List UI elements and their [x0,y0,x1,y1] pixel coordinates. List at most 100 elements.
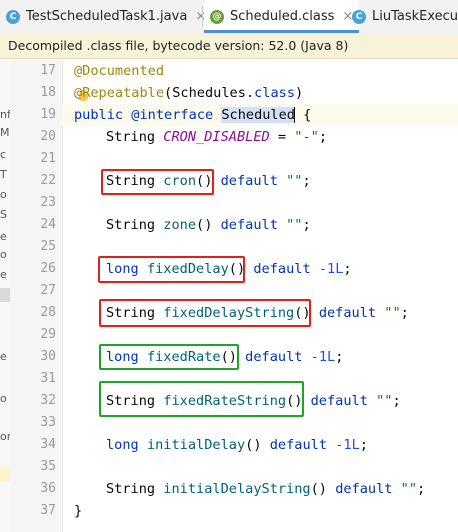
line-number: 20 [40,129,56,144]
tab-testscheduledtask1[interactable]: C TestScheduledTask1.java × [6,0,206,33]
annotation-icon: @ [210,9,224,24]
semicolon: ; [392,393,401,409]
tab-liutaskexecutor[interactable]: C LiuTaskExecuto [352,0,458,33]
decompiled-banner: Decompiled .class file, bytecode version… [0,33,458,59]
parens: () [196,217,213,233]
tab-label: TestScheduledTask1.java [26,9,188,24]
annotation-at: @ [74,85,83,101]
line-number: 37 [40,503,56,518]
line-number: 31 [40,371,56,386]
method-initial-delay-string: initialDelayString [163,481,311,497]
keyword-default: default [269,437,328,453]
line-number: 35 [40,459,56,474]
highlight-box-fixed-delay [98,256,245,283]
line-number: 36 [40,481,56,496]
string-value: "" [286,217,303,233]
string-value: "" [286,173,303,189]
semicolon: ; [343,261,352,277]
line-number: 17 [40,63,56,78]
side-text: c [0,148,7,161]
line-number-gutter[interactable]: 17 18 19 20 21 22 23 24 25 26 27 28 29 3… [10,60,63,532]
type: String [106,481,156,497]
tab-separator [202,6,203,27]
tab-label: Scheduled.class [230,9,335,24]
line-number: 22 [40,173,56,188]
line-number: 29 [40,327,56,342]
code-line-34: long initialDelay() default -1L; [106,434,368,456]
string-value: "" [376,393,393,409]
number-value: -1L [310,349,336,365]
type: String [106,129,156,145]
side-text: e [0,268,7,281]
semicolon: ; [302,173,311,189]
paren: ) [295,85,304,101]
line-number: 25 [40,239,56,254]
semicolon: ; [359,437,368,453]
type: String [106,217,156,233]
side-text: o [0,188,7,201]
method-zone: zone [163,217,197,233]
parens: () [310,481,327,497]
code-line-18: @Repeatable(Schedules.class) [74,82,303,104]
highlight-box-fixed-delay-string [99,299,311,327]
line-number: 26 [40,261,56,276]
side-highlight-marker [0,468,10,482]
code-line-17: @Documented [74,60,164,82]
paren: ( [164,85,173,101]
equals: = [269,129,295,145]
code-line-24: String zone() default ""; [106,214,311,236]
line-number: 33 [40,415,56,430]
keyword-default: default [318,305,377,321]
semicolon: ; [400,305,409,321]
brace: { [295,107,312,123]
annotation-repeatable: Repeatable [82,85,165,101]
code-line-37: } [74,500,82,522]
annotation-documented: @Documented [74,63,165,79]
keyword-default: default [253,261,311,277]
type-long: long [106,437,139,453]
highlight-box-fixed-rate [99,344,239,370]
line-number: 18 [40,85,56,100]
tab-scheduled-class[interactable]: @ Scheduled.class × [204,0,360,33]
side-text: S [0,208,7,221]
code-line-36: String initialDelayString() default ""; [106,478,425,500]
line-number: 19 [40,107,56,122]
line-number: 27 [40,283,56,298]
keyword-class: class [254,85,295,101]
string-value: "" [384,305,401,321]
line-number: 32 [40,393,56,408]
line-number: 30 [40,349,56,364]
semicolon: ; [318,129,328,145]
line-number: 21 [40,151,56,166]
tab-label: LiuTaskExecuto [372,9,458,24]
line-number: 34 [40,437,56,452]
number-value: -1L [318,261,344,277]
code-line-19: public @interface Scheduled { [62,104,458,126]
string-value: "" [400,481,418,497]
annotation-type-name: Scheduled [221,107,295,123]
dot: . [245,85,255,101]
line-number: 23 [40,195,56,210]
string-value: "-" [294,129,319,145]
highlight-box-fixed-rate-string [99,381,304,417]
semicolon: ; [417,481,426,497]
keyword-default: default [220,217,278,233]
side-text: e [0,350,7,363]
line-number: 24 [40,217,56,232]
method-initial-delay: initialDelay [146,437,246,453]
class-icon: C [6,9,20,24]
keyword-default: default [245,349,303,365]
side-text: T [0,168,7,181]
keyword-interface: @interface [131,107,214,123]
keyword-public: public [74,107,124,123]
semicolon: ; [335,349,344,365]
parens: () [245,437,262,453]
number-value: -1L [335,437,360,453]
closing-brace: } [74,503,83,519]
highlight-box-cron [101,169,214,195]
side-text: o [0,248,7,261]
class-ref: Schedules [172,85,246,101]
semicolon: ; [302,217,311,233]
keyword-default: default [310,393,368,409]
code-editor[interactable]: @Documented @Repeatable(Schedules.class)… [62,60,458,532]
